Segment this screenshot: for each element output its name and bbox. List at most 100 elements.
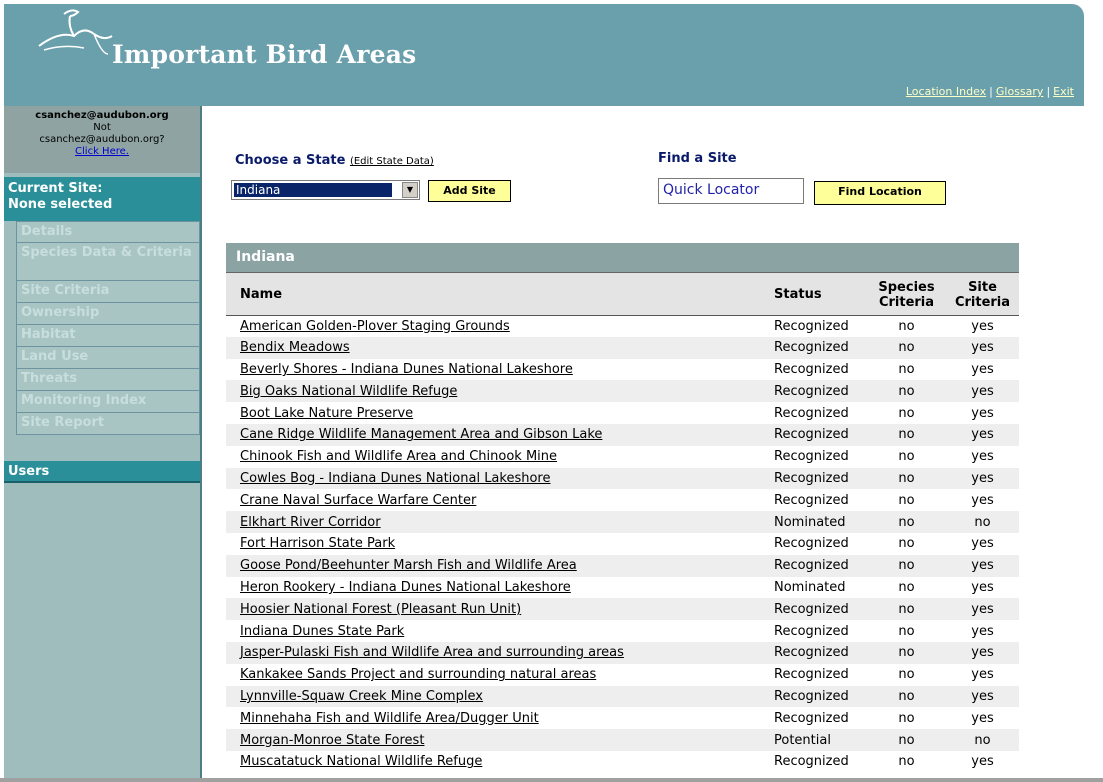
sidebar: csanchez@audubon.org Not csanchez@audubo…	[4, 106, 202, 782]
site-name-cell: American Golden-Plover Staging Grounds	[226, 315, 770, 337]
status-cell: Recognized	[774, 405, 849, 421]
site-name-link[interactable]: Fort Harrison State Park	[240, 536, 395, 551]
species-criteria-cell: no	[867, 685, 946, 708]
sites-table: Name Status Species Criteria Site Criter…	[226, 273, 1019, 773]
site-name-link[interactable]: Boot Lake Nature Preserve	[240, 406, 413, 421]
table-row: Indiana Dunes State Park Recognized no yes	[226, 620, 1019, 642]
app-header: Important Bird Areas Location Index | Glos…	[4, 4, 1084, 106]
heron-icon	[38, 9, 113, 55]
site-name-cell: Lynnville-Squaw Creek Mine Complex	[226, 685, 770, 708]
current-site-label: Current Site:	[8, 181, 103, 196]
site-name-link[interactable]: Minnehaha Fish and Wildlife Area/Dugger …	[240, 711, 539, 726]
status-cell: Recognized	[774, 449, 849, 465]
species-criteria-cell: no	[898, 449, 915, 465]
site-name-cell: Hoosier National Forest (Pleasant Run Un…	[226, 598, 770, 621]
table-header-row: Name Status Species Criteria Site Criter…	[226, 273, 1019, 316]
status-cell: Nominated	[770, 511, 867, 533]
edit-state-link[interactable]: (Edit State Data)	[350, 156, 434, 167]
site-name-link[interactable]: Hoosier National Forest (Pleasant Run Un…	[240, 602, 521, 617]
sidebar-item-species-data[interactable]: Species Data & Criteria	[16, 243, 200, 281]
site-criteria-cell: yes	[971, 361, 994, 377]
species-criteria-cell: no	[867, 641, 946, 664]
site-name-cell: Goose Pond/Beehunter Marsh Fish and Wild…	[226, 554, 770, 577]
sidebar-item-land-use[interactable]: Land Use	[16, 347, 200, 369]
table-row: Elkhart River Corridor Nominated no no	[226, 511, 1019, 533]
site-name-cell: Indiana Dunes State Park	[226, 620, 770, 642]
status-cell: Recognized	[774, 318, 849, 334]
site-name-cell: Muscatatuck National Wildlife Refuge	[226, 751, 770, 773]
status-cell: Recognized	[770, 685, 867, 708]
exit-link[interactable]: Exit	[1053, 85, 1074, 98]
table-row: Lynnville-Squaw Creek Mine Complex Recogn…	[226, 685, 1019, 708]
glossary-link[interactable]: Glossary	[996, 85, 1044, 98]
col-name[interactable]: Name	[226, 273, 770, 316]
site-name-cell: Elkhart River Corridor	[226, 511, 770, 533]
status-cell: Recognized	[770, 423, 867, 446]
user-box: csanchez@audubon.org Not csanchez@audubo…	[4, 106, 200, 173]
chevron-down-icon[interactable]: ▼	[402, 182, 418, 198]
site-name-link[interactable]: Kankakee Sands Project and surrounding n…	[240, 667, 596, 682]
site-name-cell: Crane Naval Surface Warfare Center	[226, 489, 770, 511]
main-content: Choose a State (Edit State Data) Indiana…	[204, 106, 1084, 782]
site-name-link[interactable]: Chinook Fish and Wildlife Area and Chino…	[240, 449, 557, 464]
sidebar-item-threats[interactable]: Threats	[16, 369, 200, 391]
site-name-link[interactable]: Crane Naval Surface Warfare Center	[240, 493, 476, 508]
col-species-criteria[interactable]: Species Criteria	[867, 273, 946, 316]
col-status[interactable]: Status	[770, 273, 867, 316]
choose-state-label: Choose a State	[235, 153, 346, 168]
site-name-cell: Kankakee Sands Project and surrounding n…	[226, 664, 770, 686]
species-criteria-cell: no	[898, 710, 915, 726]
table-row: Cowles Bog - Indiana Dunes National Lake…	[226, 467, 1019, 490]
click-here-link[interactable]: Click Here.	[75, 146, 129, 157]
status-cell: Recognized	[770, 380, 867, 403]
table-row: Beverly Shores - Indiana Dunes National …	[226, 359, 1019, 381]
site-criteria-cell: yes	[971, 579, 994, 595]
col-site-criteria[interactable]: Site Criteria	[946, 273, 1019, 316]
species-criteria-cell: no	[898, 492, 915, 508]
not-prefix: Not	[93, 122, 111, 133]
sidebar-item-ownership[interactable]: Ownership	[16, 303, 200, 325]
table-row: Morgan-Monroe State Forest Potential no no	[226, 729, 1019, 751]
site-name-link[interactable]: Cowles Bog - Indiana Dunes National Lake…	[240, 471, 551, 486]
status-cell: Recognized	[774, 710, 849, 726]
user-email: csanchez@audubon.org	[35, 110, 169, 121]
sidebar-item-site-criteria[interactable]: Site Criteria	[16, 281, 200, 303]
sidebar-item-users[interactable]: Users	[4, 461, 200, 483]
sidebar-item-habitat[interactable]: Habitat	[16, 325, 200, 347]
status-cell: Recognized	[770, 467, 867, 490]
site-criteria-cell: yes	[971, 667, 994, 683]
location-index-link[interactable]: Location Index	[906, 85, 986, 98]
site-name-link[interactable]: Muscatatuck National Wildlife Refuge	[240, 754, 482, 769]
find-location-button[interactable]: Find Location	[814, 181, 946, 205]
sidebar-item-monitoring-index[interactable]: Monitoring Index	[16, 391, 200, 413]
site-name-link[interactable]: American Golden-Plover Staging Grounds	[240, 319, 510, 334]
site-name-link[interactable]: Bendix Meadows	[240, 340, 350, 355]
site-criteria-cell: yes	[946, 554, 1019, 577]
site-criteria-cell: yes	[946, 423, 1019, 446]
site-name-link[interactable]: Big Oaks National Wildlife Refuge	[240, 384, 457, 399]
site-name-link[interactable]: Goose Pond/Beehunter Marsh Fish and Wild…	[240, 558, 577, 573]
sidebar-item-site-report[interactable]: Site Report	[16, 413, 200, 435]
site-name-link[interactable]: Lynnville-Squaw Creek Mine Complex	[240, 689, 483, 704]
species-criteria-cell: no	[867, 598, 946, 621]
table-row: Minnehaha Fish and Wildlife Area/Dugger …	[226, 707, 1019, 729]
add-site-button[interactable]: Add Site	[428, 180, 511, 202]
site-name-link[interactable]: Beverly Shores - Indiana Dunes National …	[240, 362, 573, 377]
site-name-link[interactable]: Elkhart River Corridor	[240, 515, 381, 530]
species-criteria-cell: no	[898, 754, 915, 770]
site-name-link[interactable]: Heron Rookery - Indiana Dunes National L…	[240, 580, 571, 595]
site-name-link[interactable]: Cane Ridge Wildlife Management Area and …	[240, 427, 602, 442]
sidebar-item-details[interactable]: Details	[16, 221, 200, 243]
site-name-link[interactable]: Jasper-Pulaski Fish and Wildlife Area an…	[240, 645, 624, 660]
site-name-link[interactable]: Indiana Dunes State Park	[240, 624, 404, 639]
species-criteria-cell: no	[898, 318, 915, 334]
site-name-link[interactable]: Morgan-Monroe State Forest	[240, 733, 424, 748]
quick-locator-input[interactable]: Quick Locator	[658, 178, 804, 204]
table-row: Heron Rookery - Indiana Dunes National L…	[226, 577, 1019, 599]
table-row: Goose Pond/Beehunter Marsh Fish and Wild…	[226, 554, 1019, 577]
site-name-cell: Morgan-Monroe State Forest	[226, 729, 770, 751]
site-criteria-cell: no	[946, 729, 1019, 751]
species-criteria-cell: no	[867, 336, 946, 359]
state-select[interactable]: Indiana ▼	[231, 180, 420, 200]
site-criteria-cell: yes	[971, 492, 994, 508]
